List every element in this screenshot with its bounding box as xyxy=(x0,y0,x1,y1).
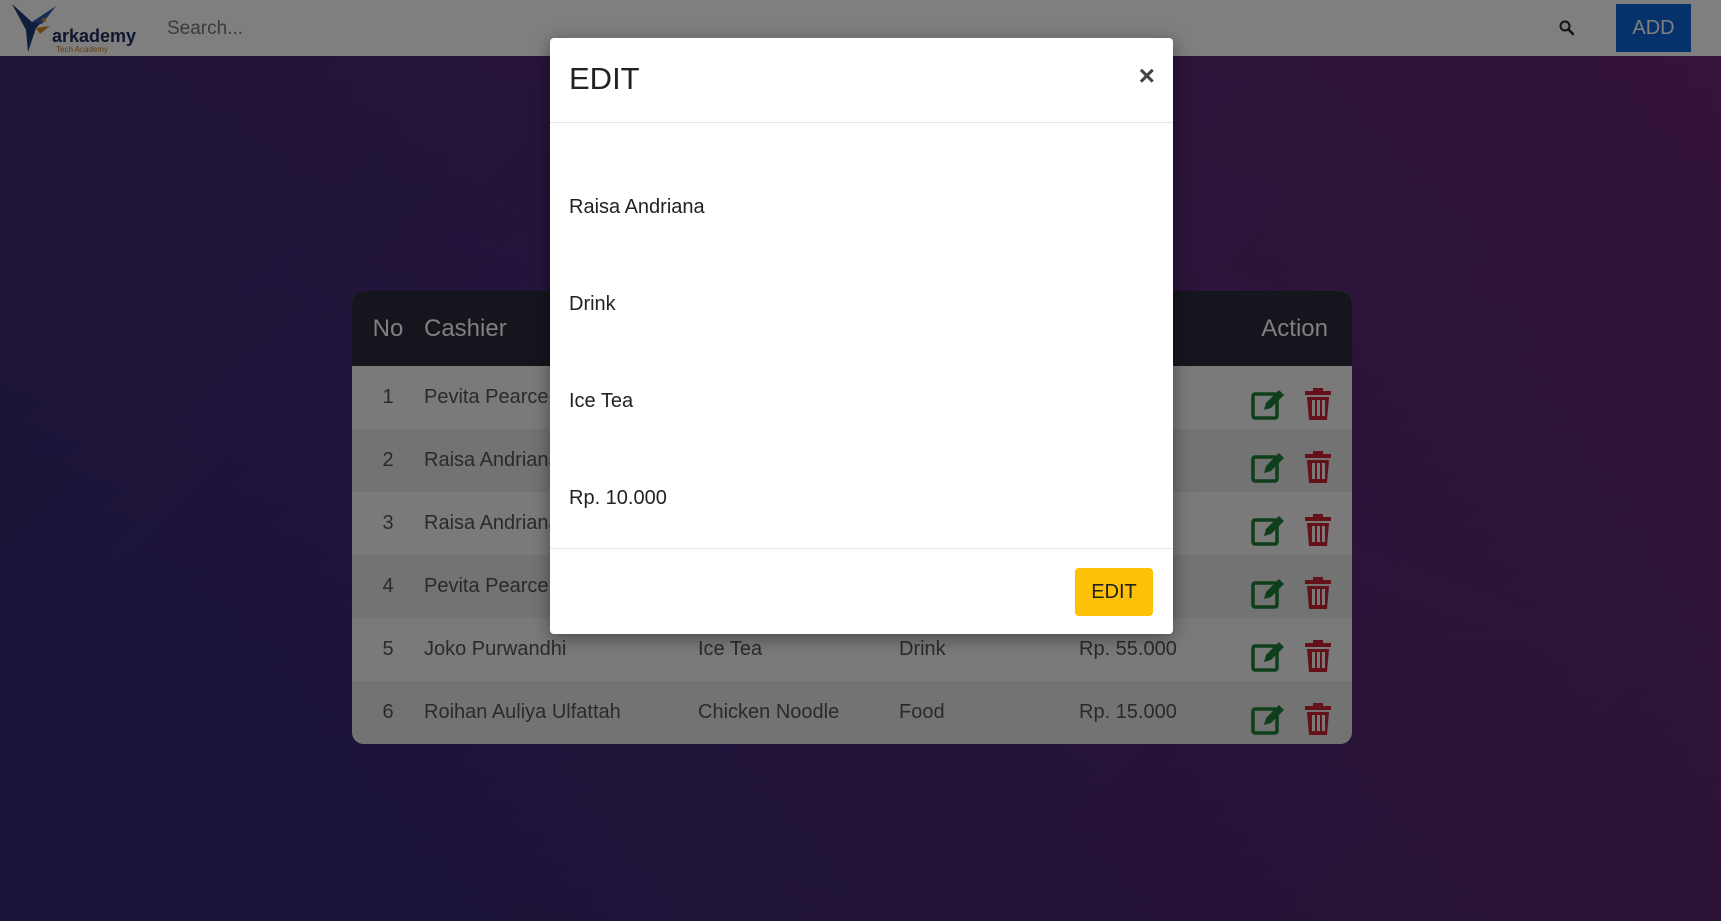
modal-body xyxy=(550,123,1173,549)
modal-title: EDIT xyxy=(569,61,640,96)
modal-header: EDIT × xyxy=(550,38,1173,123)
edit-modal: EDIT × EDIT xyxy=(550,38,1173,634)
edit-submit-button[interactable]: EDIT xyxy=(1075,568,1153,616)
product-field[interactable] xyxy=(569,390,1149,413)
close-button[interactable]: × xyxy=(1139,62,1155,90)
category-field[interactable] xyxy=(569,293,1149,316)
cashier-field[interactable] xyxy=(569,196,1149,219)
modal-footer: EDIT xyxy=(550,549,1173,635)
price-field[interactable] xyxy=(569,487,1149,510)
